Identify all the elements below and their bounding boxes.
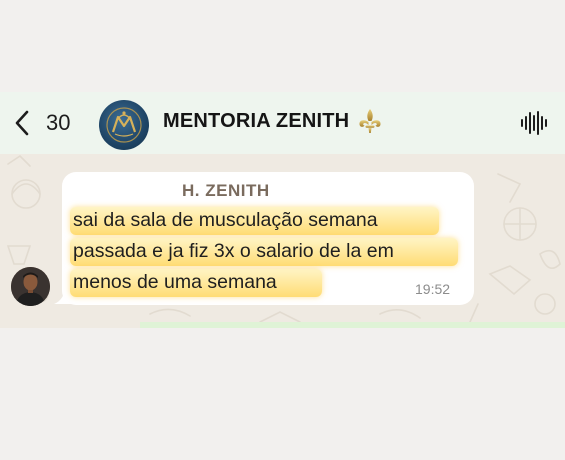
chevron-left-icon: [14, 108, 38, 138]
wave-bar: [544, 119, 547, 127]
message-sender: H. ZENITH: [182, 181, 270, 200]
wave-bar: [528, 112, 532, 134]
wave-bar: [521, 119, 524, 127]
chat-bottom-strip: [140, 322, 565, 328]
person-photo-icon: [11, 267, 50, 306]
chat-header: 30 MENTORIA ZENITH: [0, 92, 565, 154]
wave-bar: [540, 116, 543, 130]
top-margin: [0, 0, 565, 92]
wave-bar: [524, 116, 528, 130]
group-name-text: MENTORIA ZENITH: [163, 109, 350, 132]
unread-count: 30: [46, 110, 71, 135]
message-line: sai da sala de musculação semana: [73, 209, 378, 231]
sender-avatar[interactable]: [11, 267, 50, 306]
back-button[interactable]: 30: [14, 106, 70, 140]
fleur-de-lis-icon: [357, 107, 383, 135]
message-line: menos de uma semana: [73, 271, 277, 293]
wave-bar: [532, 115, 536, 131]
group-avatar[interactable]: [99, 100, 149, 150]
message-timestamp: 19:52: [415, 281, 451, 297]
wave-bar: [536, 111, 540, 135]
group-logo-icon: [106, 107, 142, 143]
group-title[interactable]: MENTORIA ZENITH: [163, 106, 383, 136]
audio-wave-icon[interactable]: [521, 111, 547, 135]
message-line: passada e ja fiz 3x o salario de la em: [73, 240, 394, 262]
